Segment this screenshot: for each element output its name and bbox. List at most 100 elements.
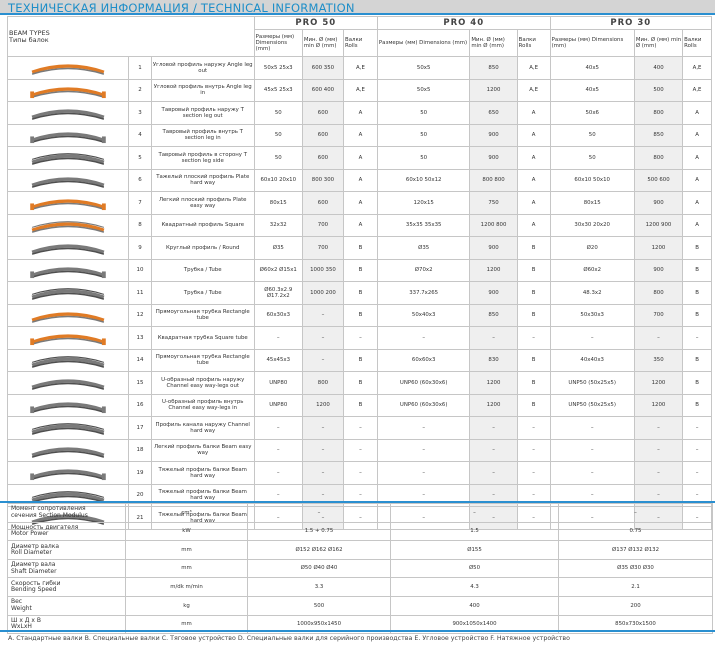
- min-diameter-cell: 600 350: [301, 56, 345, 80]
- param-unit: kg: [125, 595, 248, 616]
- min-diameter-cell: 900: [633, 258, 684, 282]
- round-profile-icon: [6, 236, 130, 260]
- dimensions-cell: –: [376, 438, 471, 462]
- rolls-cell: –: [682, 326, 712, 350]
- min-diameter-cell: –: [301, 348, 345, 372]
- row-number: 13: [128, 326, 152, 350]
- param-value-pro30: –: [558, 503, 713, 523]
- dimensions-cell: –: [549, 416, 635, 440]
- profile-name: Квадратная трубка Square tube: [150, 326, 255, 350]
- dimensions-cell: 45x5 25x3: [253, 78, 303, 102]
- param-value-pro30: 0.75: [558, 521, 713, 542]
- min-diameter-header: Мин. Ø (мм) min Ø (mm): [469, 29, 518, 57]
- rolls-cell: A: [516, 101, 551, 125]
- dimensions-cell: Ø35: [376, 236, 471, 260]
- dimensions-cell: 50x6: [549, 101, 635, 125]
- dimensions-cell: Ø70x2: [376, 258, 471, 282]
- dimensions-cell: –: [376, 326, 471, 350]
- dimensions-cell: Ø60.3x2.9 Ø17.2x2: [253, 281, 303, 305]
- rolls-cell: A: [343, 168, 378, 192]
- dimensions-cell: 50: [376, 123, 471, 147]
- min-diameter-cell: 600: [301, 123, 345, 147]
- param-label: Диаметр валка Roll Diameter: [7, 540, 126, 560]
- row-number: 11: [128, 281, 152, 305]
- param-label-en: Motor Power: [11, 530, 49, 538]
- min-diameter-cell: 800: [301, 371, 345, 395]
- rolls-cell: A,E: [682, 56, 712, 80]
- rolls-cell: –: [343, 326, 378, 350]
- table-row: 13 Квадратная трубка Square tube – – – – – – – – –: [6, 326, 712, 350]
- dimensions-cell: 48.3x2: [549, 281, 635, 305]
- t-profile-out-icon: [6, 101, 130, 125]
- param-row: Диаметр валка Roll Diameter mm Ø152 Ø162 Ø1…: [7, 540, 713, 560]
- table-row: 7 Легкий плоский профиль Plate easy way 80…: [6, 191, 712, 215]
- dimensions-cell: 50: [376, 146, 471, 170]
- dimensions-cell: 60x10 50x12: [376, 168, 471, 192]
- row-number: 18: [128, 438, 152, 462]
- table-row: 18 Легкий профиль балки Beam easy way – – – –…: [6, 438, 712, 462]
- beam-hard-icon: [6, 461, 130, 485]
- profile-name: Трубка / Tube: [150, 258, 255, 282]
- param-value-pro40: 400: [390, 595, 559, 616]
- rolls-cell: B: [343, 258, 378, 282]
- min-diameter-cell: 1200: [469, 393, 518, 417]
- rolls-cell: A: [682, 213, 712, 237]
- min-diameter-cell: 1200: [633, 393, 684, 417]
- min-diameter-cell: 600: [301, 146, 345, 170]
- dimensions-cell: –: [253, 326, 303, 350]
- min-diameter-cell: –: [301, 461, 345, 485]
- dim-header: Размеры (мм) Dimensions (mm): [253, 29, 303, 57]
- rolls-cell: A,E: [516, 56, 551, 80]
- profile-name: U-образный профиль внутрь Channel easy w…: [150, 393, 255, 417]
- table-row: 3 Тавровый профиль наружу T section leg o…: [6, 101, 712, 125]
- model-header-pro30: PRO 30: [549, 16, 713, 30]
- rolls-cell: B: [516, 371, 551, 395]
- min-diameter-cell: 800 300: [301, 168, 345, 192]
- rolls-cell: B: [516, 348, 551, 372]
- param-value-pro30: Ø35 Ø30 Ø30: [558, 558, 713, 579]
- profile-name: Профиль канала наружу Channel hard way: [150, 416, 255, 440]
- param-unit: kW: [125, 521, 248, 542]
- table-row: 6 Тажелый плоский профиль Plate hard way 6…: [6, 168, 712, 192]
- param-row: Вес Weight kg 500 400 200: [7, 595, 713, 616]
- rolls-cell: A: [682, 146, 712, 170]
- param-value-pro50: 500: [247, 595, 391, 616]
- dimensions-cell: 80x15: [549, 191, 635, 215]
- profile-name: Угловой профиль внутрь Angle leg in: [150, 78, 255, 102]
- row-number: 3: [128, 101, 152, 125]
- min-diameter-cell: 500 600: [633, 168, 684, 192]
- min-diameter-cell: –: [301, 303, 345, 327]
- param-label-en: Shaft Diameter: [11, 567, 57, 575]
- profile-name: Трубка / Tube: [150, 281, 255, 305]
- profile-name: Тяжелый профиль балки Beam hard way: [150, 461, 255, 485]
- profile-name: Круглый профиль / Round: [150, 236, 255, 260]
- min-diameter-cell: 600: [301, 191, 345, 215]
- rolls-cell: B: [516, 303, 551, 327]
- param-row: Мощность двигателя Motor Power kW 1.5 + 0.7…: [7, 521, 713, 542]
- rolls-cell: –: [682, 461, 712, 485]
- table-row: 8 Квадратный профиль Square 32x32 700 A 35x35…: [6, 213, 712, 237]
- dimensions-cell: –: [253, 416, 303, 440]
- table-row: 15 U-образный профиль наружу Channel easy…: [6, 371, 712, 395]
- rolls-cell: B: [682, 348, 712, 372]
- min-diameter-cell: –: [633, 326, 684, 350]
- row-number: 2: [128, 78, 152, 102]
- dimensions-cell: 60x10 20x10: [253, 168, 303, 192]
- min-diameter-cell: –: [301, 438, 345, 462]
- rolls-header: Валки Rolls: [682, 29, 712, 57]
- dimensions-cell: 50: [253, 123, 303, 147]
- dimensions-cell: 60x10 50x10: [549, 168, 635, 192]
- rolls-cell: B: [516, 281, 551, 305]
- min-diameter-cell: –: [301, 416, 345, 440]
- min-diameter-cell: 800: [633, 146, 684, 170]
- dim-header: Размеры (мм) Dimensions (mm): [549, 29, 635, 57]
- param-label-en: Weight: [11, 604, 32, 612]
- dimensions-cell: 40x5: [549, 56, 635, 80]
- min-diameter-cell: –: [633, 438, 684, 462]
- rolls-cell: A: [516, 168, 551, 192]
- profile-name: Легкий плоский профиль Plate easy way: [150, 191, 255, 215]
- row-number: 12: [128, 303, 152, 327]
- table-row: 2 Угловой профиль внутрь Angle leg in 45x5…: [6, 78, 712, 102]
- rolls-cell: A: [343, 146, 378, 170]
- table-row: 12 Прямоугольная трубка Rectangle tube 60x…: [6, 303, 712, 327]
